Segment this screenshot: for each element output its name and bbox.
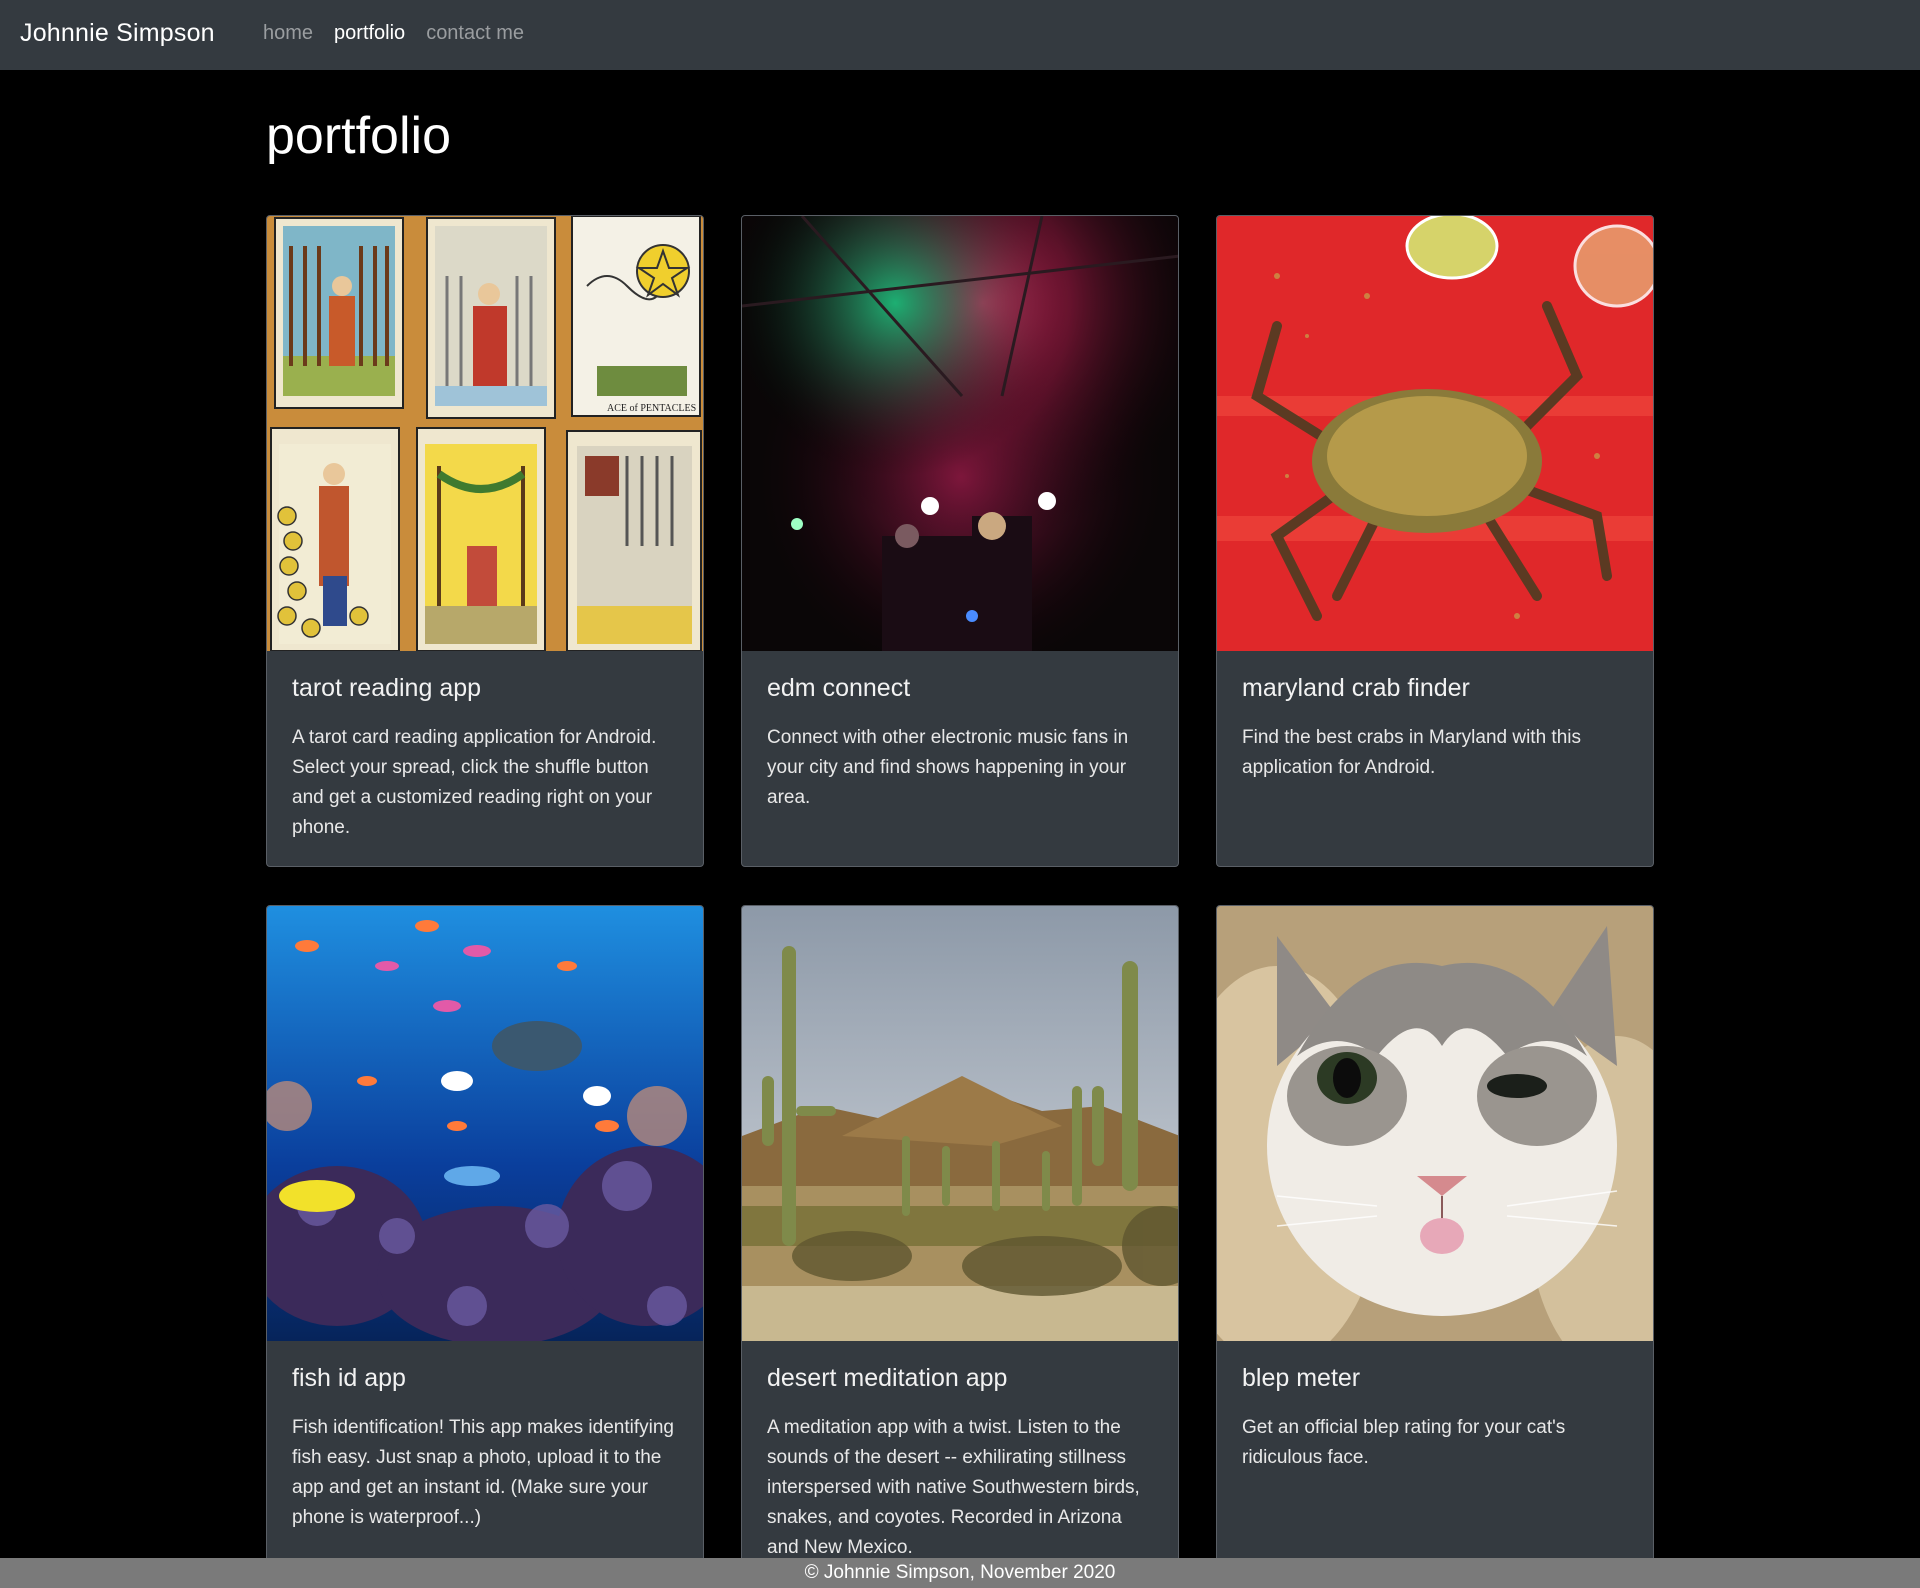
card-title[interactable]: edm connect — [767, 673, 1153, 703]
page-footer: © Johnnie Simpson, November 2020 — [0, 1558, 1920, 1588]
page-title: portfolio — [266, 107, 451, 165]
card-title[interactable]: blep meter — [1242, 1363, 1628, 1393]
project-card-tarot[interactable]: ACE of PENTACLES tarot reading app A tar… — [266, 215, 704, 867]
card-body: blep meter Get an official blep rating f… — [1217, 1341, 1653, 1493]
crab-image — [1217, 216, 1653, 651]
nav-contact-link[interactable]: contact me — [426, 22, 524, 45]
aquarium-image — [267, 906, 703, 1341]
card-description: Fish identification! This app makes iden… — [292, 1417, 674, 1528]
top-navbar: Johnnie Simpson home portfolio contact m… — [0, 0, 1920, 70]
project-card-desert[interactable]: desert meditation app A meditation app w… — [741, 905, 1179, 1565]
project-card-edm[interactable]: edm connect Connect with other electroni… — [741, 215, 1179, 867]
card-body: fish id app Fish identification! This ap… — [267, 1341, 703, 1553]
tarot-cards-image: ACE of PENTACLES — [267, 216, 703, 651]
card-description: Connect with other electronic music fans… — [767, 727, 1129, 808]
card-description: Find the best crabs in Maryland with thi… — [1242, 727, 1581, 778]
brand-link[interactable]: Johnnie Simpson — [20, 19, 215, 48]
card-body: desert meditation app A meditation app w… — [742, 1341, 1178, 1564]
card-body: tarot reading app A tarot card reading a… — [267, 651, 703, 863]
project-card-fish[interactable]: fish id app Fish identification! This ap… — [266, 905, 704, 1565]
card-body: maryland crab finder Find the best crabs… — [1217, 651, 1653, 803]
card-title[interactable]: maryland crab finder — [1242, 673, 1628, 703]
card-title[interactable]: tarot reading app — [292, 673, 678, 703]
copyright-text: © Johnnie Simpson, November 2020 — [804, 1562, 1116, 1583]
card-description: A meditation app with a twist. Listen to… — [767, 1417, 1140, 1558]
card-title[interactable]: desert meditation app — [767, 1363, 1153, 1393]
project-card-crab[interactable]: maryland crab finder Find the best crabs… — [1216, 215, 1654, 867]
concert-lights-image — [742, 216, 1178, 651]
nav-links: home portfolio contact me — [263, 22, 524, 45]
cat-blep-image — [1217, 906, 1653, 1341]
svg-text:ACE of PENTACLES: ACE of PENTACLES — [607, 403, 696, 414]
card-body: edm connect Connect with other electroni… — [742, 651, 1178, 833]
nav-home-link[interactable]: home — [263, 22, 313, 45]
card-title[interactable]: fish id app — [292, 1363, 678, 1393]
card-description: Get an official blep rating for your cat… — [1242, 1417, 1566, 1468]
project-card-blep[interactable]: blep meter Get an official blep rating f… — [1216, 905, 1654, 1565]
nav-portfolio-link[interactable]: portfolio — [334, 22, 405, 45]
desert-cactus-image — [742, 906, 1178, 1341]
card-description: A tarot card reading application for And… — [292, 727, 657, 838]
